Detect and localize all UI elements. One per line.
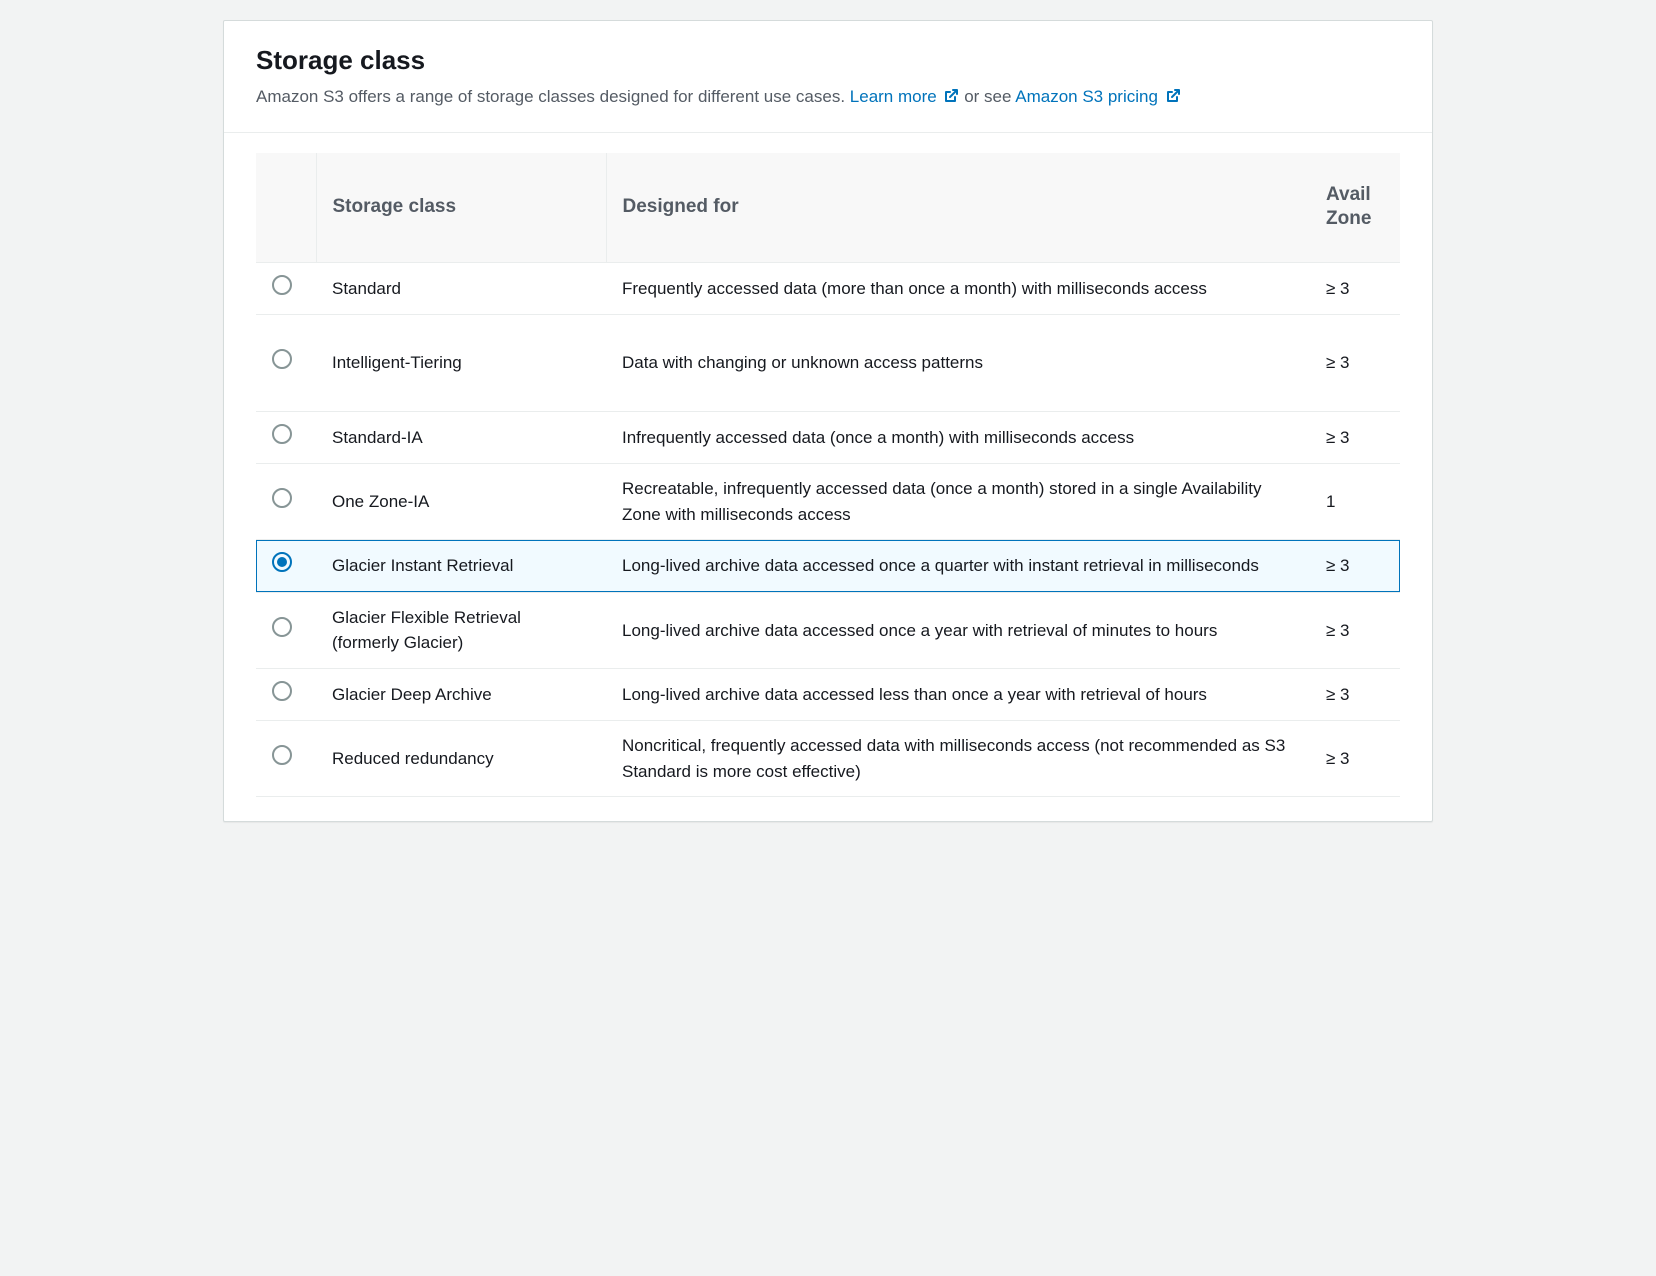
storage-class-name: Standard xyxy=(316,262,606,315)
desc-text-before: Amazon S3 offers a range of storage clas… xyxy=(256,87,850,106)
storage-class-name: One Zone-IA xyxy=(316,464,606,540)
storage-class-panel: Storage class Amazon S3 offers a range o… xyxy=(223,20,1433,822)
storage-class-desc: Data with changing or unknown access pat… xyxy=(606,315,1310,412)
panel-header: Storage class Amazon S3 offers a range o… xyxy=(224,21,1432,133)
learn-more-label: Learn more xyxy=(850,87,937,106)
storage-class-desc: Long-lived archive data accessed once a … xyxy=(606,540,1310,593)
storage-class-name: Glacier Deep Archive xyxy=(316,668,606,721)
panel-description: Amazon S3 offers a range of storage clas… xyxy=(256,84,1400,112)
storage-class-name: Glacier Flexible Retrieval (formerly Gla… xyxy=(316,592,606,668)
storage-class-desc: Recreatable, infrequently accessed data … xyxy=(606,464,1310,540)
availability-zones: ≥ 3 xyxy=(1310,721,1400,797)
table-container: Storage class Designed for Avail Zone St… xyxy=(224,133,1432,822)
column-header-desc: Designed for xyxy=(606,153,1310,263)
pricing-label: Amazon S3 pricing xyxy=(1015,87,1158,106)
learn-more-link[interactable]: Learn more xyxy=(850,87,960,106)
availability-zones: ≥ 3 xyxy=(1310,592,1400,668)
zone-header-line2: Zone xyxy=(1326,208,1371,229)
radio-button[interactable] xyxy=(272,552,292,572)
radio-button[interactable] xyxy=(272,275,292,295)
panel-title: Storage class xyxy=(256,45,1400,76)
column-header-select xyxy=(256,153,316,263)
radio-button[interactable] xyxy=(272,745,292,765)
storage-class-name: Glacier Instant Retrieval xyxy=(316,540,606,593)
radio-cell xyxy=(256,464,316,540)
storage-class-name: Standard-IA xyxy=(316,411,606,464)
column-header-name: Storage class xyxy=(316,153,606,263)
desc-text-middle: or see xyxy=(964,87,1015,106)
table-row[interactable]: Reduced redundancyNoncritical, frequentl… xyxy=(256,721,1400,797)
availability-zones: ≥ 3 xyxy=(1310,668,1400,721)
radio-button[interactable] xyxy=(272,617,292,637)
storage-class-table: Storage class Designed for Avail Zone St… xyxy=(256,153,1400,798)
external-link-icon xyxy=(1165,86,1181,112)
radio-cell xyxy=(256,540,316,593)
availability-zones: ≥ 3 xyxy=(1310,540,1400,593)
table-header-row: Storage class Designed for Avail Zone xyxy=(256,153,1400,263)
radio-cell xyxy=(256,411,316,464)
radio-button[interactable] xyxy=(272,349,292,369)
storage-class-desc: Long-lived archive data accessed once a … xyxy=(606,592,1310,668)
availability-zones: 1 xyxy=(1310,464,1400,540)
radio-button[interactable] xyxy=(272,424,292,444)
storage-class-desc: Infrequently accessed data (once a month… xyxy=(606,411,1310,464)
radio-button[interactable] xyxy=(272,488,292,508)
storage-class-name: Reduced redundancy xyxy=(316,721,606,797)
radio-cell xyxy=(256,262,316,315)
table-row[interactable]: Glacier Instant RetrievalLong-lived arch… xyxy=(256,540,1400,593)
radio-cell xyxy=(256,315,316,412)
storage-class-desc: Frequently accessed data (more than once… xyxy=(606,262,1310,315)
zone-header-line1: Avail xyxy=(1326,184,1371,205)
storage-class-desc: Noncritical, frequently accessed data wi… xyxy=(606,721,1310,797)
column-header-zone: Avail Zone xyxy=(1310,153,1400,263)
storage-class-desc: Long-lived archive data accessed less th… xyxy=(606,668,1310,721)
table-row[interactable]: Standard-IAInfrequently accessed data (o… xyxy=(256,411,1400,464)
storage-class-name: Intelligent-Tiering xyxy=(316,315,606,412)
availability-zones: ≥ 3 xyxy=(1310,411,1400,464)
table-row[interactable]: Glacier Flexible Retrieval (formerly Gla… xyxy=(256,592,1400,668)
radio-cell xyxy=(256,592,316,668)
availability-zones: ≥ 3 xyxy=(1310,262,1400,315)
radio-button[interactable] xyxy=(272,681,292,701)
external-link-icon xyxy=(943,86,959,112)
pricing-link[interactable]: Amazon S3 pricing xyxy=(1015,87,1180,106)
availability-zones: ≥ 3 xyxy=(1310,315,1400,412)
table-row[interactable]: One Zone-IARecreatable, infrequently acc… xyxy=(256,464,1400,540)
table-row[interactable]: Intelligent-TieringData with changing or… xyxy=(256,315,1400,412)
table-row[interactable]: Glacier Deep ArchiveLong-lived archive d… xyxy=(256,668,1400,721)
radio-cell xyxy=(256,721,316,797)
radio-cell xyxy=(256,668,316,721)
table-row[interactable]: StandardFrequently accessed data (more t… xyxy=(256,262,1400,315)
